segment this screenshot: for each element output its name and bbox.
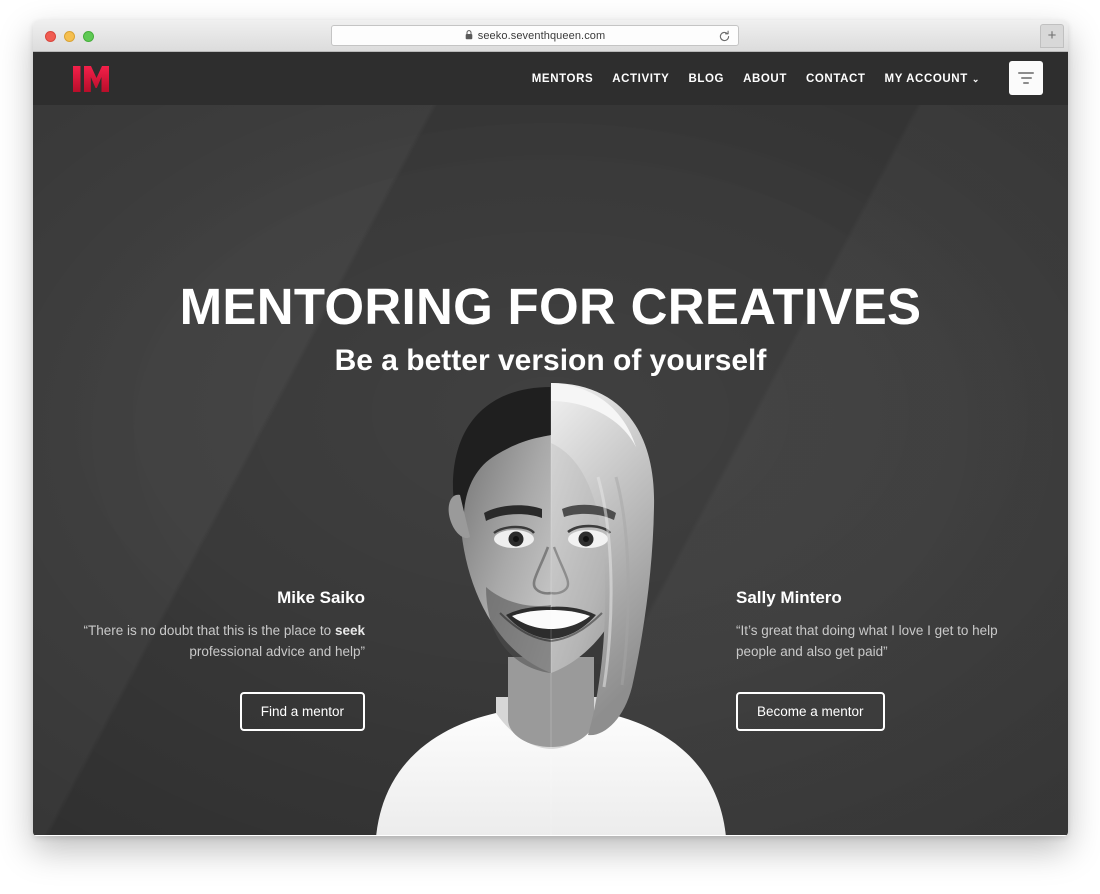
- testimonial-quote: “It’s great that doing what I love I get…: [736, 621, 1026, 662]
- hero-split-portrait-image: [336, 357, 766, 835]
- nav-item-contact[interactable]: CONTACT: [806, 73, 866, 85]
- quote-part: professional advice and help”: [189, 643, 365, 659]
- hero-section: MENTORING FOR CREATIVES Be a better vers…: [33, 105, 1068, 835]
- nav-item-label: ACTIVITY: [612, 72, 670, 85]
- logo-mark-icon: [73, 66, 109, 92]
- site-header: MENTORS ACTIVITY BLOG ABOUT CONTACT MY A…: [33, 52, 1068, 105]
- nav-item-mentors[interactable]: MENTORS: [532, 73, 594, 85]
- minimize-window-button[interactable]: [64, 31, 75, 42]
- close-window-button[interactable]: [45, 31, 56, 42]
- filter-menu-button[interactable]: [1009, 61, 1043, 95]
- page-subtitle: Be a better version of yourself: [334, 344, 767, 377]
- testimonial-quote: “There is no doubt that this is the plac…: [75, 621, 365, 662]
- lock-icon: [465, 27, 473, 45]
- nav-item-label: MENTORS: [531, 72, 594, 85]
- url-text: seeko.seventhqueen.com: [477, 29, 606, 42]
- page-title: MENTORING FOR CREATIVES: [179, 278, 922, 335]
- main-navigation: MENTORS ACTIVITY BLOG ABOUT CONTACT MY A…: [532, 52, 980, 105]
- testimonial-right: Sally Mintero “It’s great that doing wha…: [736, 588, 1026, 732]
- new-tab-button[interactable]: +: [1040, 24, 1064, 48]
- testimonial-name: Sally Mintero: [736, 588, 842, 607]
- browser-chrome: seeko.seventhqueen.com +: [33, 20, 1068, 52]
- nav-item-activity[interactable]: ACTIVITY: [612, 73, 669, 85]
- filter-icon-line: [1020, 77, 1032, 79]
- nav-item-label: BLOG: [688, 72, 725, 85]
- quote-part: “It’s great that doing what I love I get…: [736, 623, 998, 659]
- reload-icon[interactable]: [718, 30, 731, 48]
- zoom-window-button[interactable]: [83, 31, 94, 42]
- window-controls: [45, 31, 94, 42]
- quote-part: “There is no doubt that this is the plac…: [83, 623, 335, 638]
- filter-icon-line: [1018, 72, 1034, 74]
- split-portrait-graphic: [375, 383, 726, 835]
- testimonial-left: Mike Saiko “There is no doubt that this …: [75, 588, 365, 732]
- testimonial-name: Mike Saiko: [277, 588, 365, 607]
- browser-window: seeko.seventhqueen.com + MENTORS ACTIVIT…: [33, 20, 1068, 836]
- find-a-mentor-button[interactable]: Find a mentor: [239, 692, 365, 732]
- page-viewport: MENTORS ACTIVITY BLOG ABOUT CONTACT MY A…: [33, 52, 1068, 835]
- address-bar[interactable]: seeko.seventhqueen.com: [331, 25, 739, 46]
- quote-emphasis: seek: [334, 623, 365, 638]
- nav-item-my-account[interactable]: MY ACCOUNT ⌄: [885, 73, 980, 85]
- seeko-logo[interactable]: [72, 60, 118, 98]
- nav-item-label: CONTACT: [805, 72, 866, 85]
- address-bar-content: seeko.seventhqueen.com: [465, 27, 606, 45]
- chevron-down-icon: ⌄: [971, 74, 980, 84]
- nav-item-about[interactable]: ABOUT: [743, 73, 787, 85]
- nav-item-label: ABOUT: [743, 72, 787, 85]
- filter-icon-line: [1023, 82, 1029, 84]
- nav-item-blog[interactable]: BLOG: [688, 73, 724, 85]
- nav-item-label: MY ACCOUNT: [884, 72, 968, 85]
- become-a-mentor-button[interactable]: Become a mentor: [736, 692, 885, 732]
